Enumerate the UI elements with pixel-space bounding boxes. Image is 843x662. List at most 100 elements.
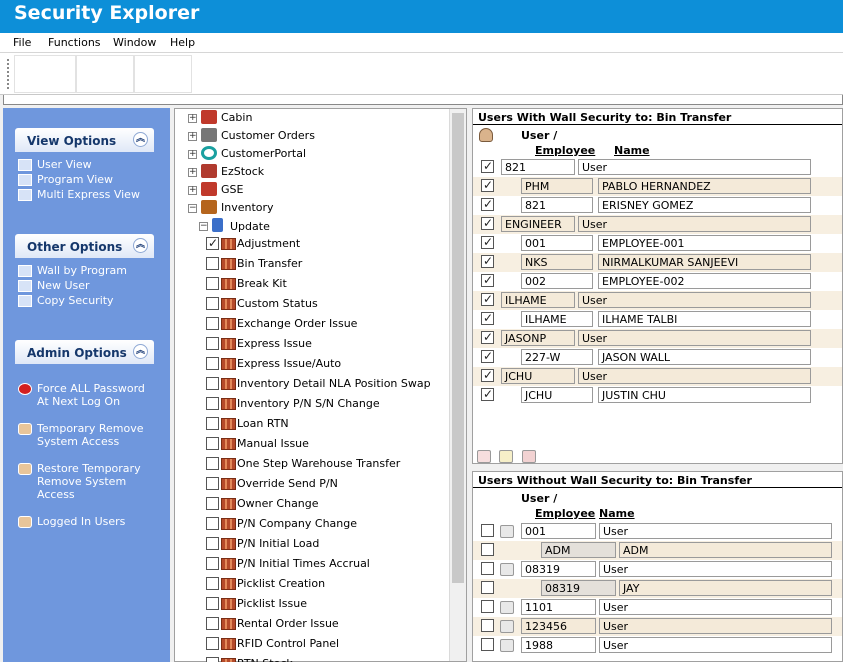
row-checkbox[interactable]: [481, 159, 494, 173]
menu-help[interactable]: Help: [170, 36, 195, 49]
program-view-link[interactable]: Program View: [15, 173, 154, 186]
table-row[interactable]: 1988 User: [473, 636, 842, 655]
table-row[interactable]: JASONPUser: [473, 329, 842, 348]
row-checkbox[interactable]: [481, 311, 494, 325]
table-row[interactable]: 1101 User: [473, 598, 842, 617]
tree-leaf[interactable]: Break Kit: [175, 275, 450, 293]
code-field[interactable]: 08319: [521, 561, 596, 577]
tree-node[interactable]: + EzStock: [175, 163, 445, 181]
name-field[interactable]: JASON WALL: [598, 349, 811, 365]
remove-icon[interactable]: [477, 450, 491, 463]
copy-security-link[interactable]: Copy Security: [15, 294, 154, 307]
table-row[interactable]: ENGINEERUser: [473, 215, 842, 234]
collapse-icon[interactable]: −: [188, 204, 197, 213]
name-field[interactable]: User: [578, 368, 811, 384]
name-field[interactable]: NIRMALKUMAR SANJEEVI: [598, 254, 811, 270]
expand-icon[interactable]: +: [188, 186, 197, 195]
row-checkbox[interactable]: [481, 178, 494, 192]
name-field[interactable]: PABLO HERNANDEZ: [598, 178, 811, 194]
tree-leaf[interactable]: Inventory Detail NLA Position Swap: [175, 375, 450, 393]
tree-leaf[interactable]: Exchange Order Issue: [175, 315, 450, 333]
tree-leaf[interactable]: P/N Company Change: [175, 515, 450, 533]
tree-leaf[interactable]: P/N Initial Times Accrual: [175, 555, 450, 573]
checkbox[interactable]: [206, 377, 219, 390]
tree-leaf[interactable]: Picklist Issue: [175, 595, 450, 613]
table-row[interactable]: ILHAME ILHAME TALBI: [473, 310, 842, 329]
name-field[interactable]: ADM: [619, 542, 832, 558]
row-checkbox[interactable]: [481, 216, 494, 230]
code-field[interactable]: 002: [521, 273, 593, 289]
name-field[interactable]: User: [578, 330, 811, 346]
tree-node[interactable]: − Inventory: [175, 199, 445, 217]
table-row[interactable]: 08319 User: [473, 560, 842, 579]
expand-icon[interactable]: +: [188, 168, 197, 177]
tree-node[interactable]: + Cabin: [175, 109, 445, 127]
name-field[interactable]: User: [599, 599, 832, 615]
name-field[interactable]: ERISNEY GOMEZ: [598, 197, 811, 213]
row-checkbox[interactable]: [481, 524, 494, 537]
code-field[interactable]: ENGINEER: [501, 216, 575, 232]
code-field[interactable]: 227-W: [521, 349, 593, 365]
collapse-icon[interactable]: ︽: [133, 344, 148, 359]
view-options-header[interactable]: View Options ︽: [15, 128, 154, 152]
code-field[interactable]: ILHAME: [501, 292, 575, 308]
row-checkbox[interactable]: [481, 387, 494, 401]
table-row[interactable]: NKS NIRMALKUMAR SANJEEVI: [473, 253, 842, 272]
name-field[interactable]: JAY: [619, 580, 832, 596]
code-field[interactable]: PHM: [521, 178, 593, 194]
tree-leaf[interactable]: Express Issue/Auto: [175, 355, 450, 373]
checkbox[interactable]: [206, 577, 219, 590]
tree-leaf[interactable]: Bin Transfer: [175, 255, 450, 273]
name-field[interactable]: User: [599, 637, 832, 653]
checkbox[interactable]: [206, 617, 219, 630]
table-row[interactable]: PHM PABLO HERNANDEZ: [473, 177, 842, 196]
row-checkbox[interactable]: [481, 600, 494, 613]
name-field[interactable]: User: [578, 216, 811, 232]
row-checkbox[interactable]: [481, 292, 494, 306]
tree-leaf[interactable]: Adjustment: [175, 235, 450, 253]
details-icon[interactable]: [500, 639, 514, 652]
details-icon[interactable]: [500, 563, 514, 576]
tree-leaf[interactable]: Custom Status: [175, 295, 450, 313]
collapse-icon[interactable]: −: [199, 222, 208, 231]
new-user-link[interactable]: New User: [15, 279, 154, 292]
name-field[interactable]: User: [578, 159, 811, 175]
checkbox[interactable]: [206, 437, 219, 450]
checkbox[interactable]: [206, 337, 219, 350]
code-field[interactable]: JCHU: [501, 368, 575, 384]
tree-leaf[interactable]: RFID Control Panel: [175, 635, 450, 653]
checkbox[interactable]: [206, 497, 219, 510]
code-field[interactable]: ILHAME: [521, 311, 593, 327]
row-checkbox[interactable]: [481, 368, 494, 382]
checkbox[interactable]: [206, 317, 219, 330]
checkbox[interactable]: [206, 297, 219, 310]
row-checkbox[interactable]: [481, 581, 494, 594]
checkbox[interactable]: [206, 517, 219, 530]
menu-window[interactable]: Window: [113, 36, 156, 49]
wall-by-program-link[interactable]: Wall by Program: [15, 264, 154, 277]
code-field[interactable]: 001: [521, 523, 596, 539]
tree-leaf[interactable]: Rental Order Issue: [175, 615, 450, 633]
expand-icon[interactable]: +: [188, 114, 197, 123]
table-row[interactable]: JCHUUser: [473, 367, 842, 386]
details-icon[interactable]: [500, 525, 514, 538]
checkbox[interactable]: [206, 657, 219, 662]
row-checkbox[interactable]: [481, 638, 494, 651]
table-row[interactable]: 821User: [473, 158, 842, 177]
checkbox[interactable]: [206, 357, 219, 370]
scrollbar-thumb[interactable]: [452, 113, 464, 583]
table-row[interactable]: 227-W JASON WALL: [473, 348, 842, 367]
row-checkbox[interactable]: [481, 543, 494, 556]
tree-leaf[interactable]: Express Issue: [175, 335, 450, 353]
code-field[interactable]: ADM: [541, 542, 616, 558]
code-field[interactable]: 08319: [541, 580, 616, 596]
row-checkbox[interactable]: [481, 273, 494, 287]
logged-in-users-link[interactable]: Logged In Users: [15, 515, 154, 528]
name-field[interactable]: User: [599, 618, 832, 634]
eraser-icon[interactable]: [522, 450, 536, 463]
checkbox[interactable]: [206, 236, 219, 250]
checkbox[interactable]: [206, 397, 219, 410]
table-row[interactable]: ADM ADM: [473, 541, 842, 560]
force-password-link[interactable]: Force ALL Password At Next Log On: [15, 382, 154, 408]
checkbox[interactable]: [206, 537, 219, 550]
